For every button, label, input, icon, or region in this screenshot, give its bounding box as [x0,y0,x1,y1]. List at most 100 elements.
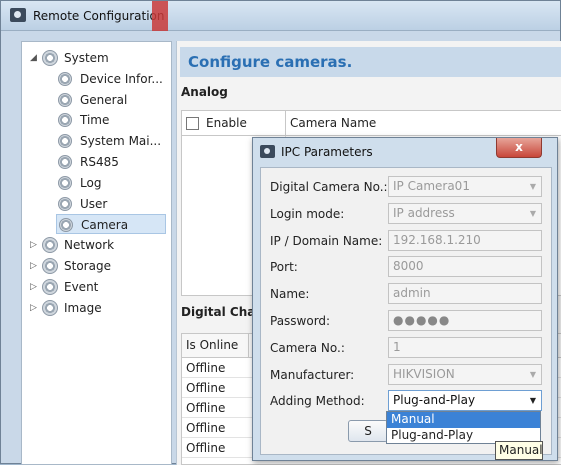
online-status: Offline [186,441,226,455]
port-field[interactable]: 8000 [388,256,542,278]
digital-camera-no-label: Digital Camera No.: [270,180,388,194]
online-status: Offline [186,381,226,395]
manufacturer-value: HIKVISION [393,366,455,381]
app-icon [260,145,275,158]
digital-camera-no-value: IP Camera01 [393,179,470,193]
tree-item-system[interactable]: ◢ System [28,48,166,68]
tooltip: Manual [495,441,543,460]
tree-item-label: System Mai... [80,134,162,149]
port-value: 8000 [393,259,424,274]
form-row: Password: ●●●●● [261,310,551,332]
analog-table-header: Enable Camera Name [181,110,561,137]
chevron-down-icon[interactable]: ▼ [530,391,536,410]
gear-icon [58,155,72,169]
tree-item-storage[interactable]: ▷ Storage [28,256,166,276]
online-status: Offline [186,401,226,415]
tree-item-label: Log [80,175,102,190]
online-status: Offline [186,361,226,375]
form-row: Digital Camera No.: IP Camera01 ▼ [261,176,551,198]
analog-section-label: Analog [181,85,228,99]
manufacturer-label: Manufacturer: [270,367,355,382]
tree-item-label: Event [64,279,99,294]
chevron-down-icon[interactable]: ▼ [530,204,536,223]
login-mode-select[interactable]: IP address ▼ [388,202,542,224]
collapsed-arrow-icon[interactable]: ▷ [30,235,40,255]
tree-item-label: General [80,92,128,107]
gear-icon [58,196,72,211]
name-label: Name: [270,287,310,302]
form-row: IP / Domain Name: 192.168.1.210 [261,229,551,252]
ip-domain-name-label: IP / Domain Name: [270,233,383,248]
gear-icon [42,299,58,316]
tree-item-label: User [80,196,108,211]
tree-item-log[interactable]: Log [56,173,166,193]
dialog-title: IPC Parameters [281,145,373,159]
form-row: Name: admin [261,283,551,305]
ok-button[interactable]: S [348,420,388,442]
chevron-down-icon[interactable]: ▼ [530,177,536,196]
column-is-online[interactable]: Is Online [186,338,238,352]
tree-item-image[interactable]: ▷ Image [28,298,166,318]
name-value: admin [393,286,431,301]
password-field[interactable]: ●●●●● [388,310,542,331]
page-title: Configure cameras. [180,47,561,77]
tree-item-time[interactable]: Time [56,110,166,130]
ip-domain-name-field[interactable]: 192.168.1.210 [388,229,542,251]
column-enable[interactable]: Enable [206,116,247,130]
enable-all-checkbox[interactable] [186,117,199,130]
tree-item-label: Image [64,300,102,315]
expanded-arrow-icon[interactable]: ◢ [30,48,40,68]
digital-camera-no-select[interactable]: IP Camera01 ▼ [388,176,542,197]
adding-method-value: Plug-and-Play [393,393,476,408]
tree-item-event[interactable]: ▷ Event [28,277,166,297]
dropdown-option-manual[interactable]: Manual [387,412,540,428]
collapsed-arrow-icon[interactable]: ▷ [30,256,40,276]
name-field[interactable]: admin [388,283,542,305]
camera-no-field[interactable]: 1 [388,336,542,358]
tree-item-label: Device Infor... [80,71,163,86]
gear-icon [42,237,58,254]
chevron-down-icon[interactable]: ▼ [530,365,536,384]
gear-icon [42,258,58,274]
collapsed-arrow-icon[interactable]: ▷ [30,298,40,318]
password-label: Password: [270,314,331,328]
tree-item-label: System [64,51,109,65]
title-bar: Remote Configuration [1,1,560,31]
dialog-title-bar: IPC Parameters x [253,138,557,166]
form-row: Port: 8000 [261,256,551,278]
login-mode-label: Login mode: [270,206,345,221]
tree-item-network[interactable]: ▷ Network [28,235,166,255]
collapsed-arrow-icon[interactable]: ▷ [30,277,40,297]
remote-config-window: Remote Configuration ◢ System Device Infor… [0,0,561,465]
config-tree: ◢ System Device Infor... General Time System … [21,41,172,465]
adding-method-label: Adding Method: [270,394,365,409]
column-camera-name[interactable]: Camera Name [290,116,376,130]
gear-icon [58,92,72,107]
gear-icon [58,71,72,86]
tree-item-device-infor[interactable]: Device Infor... [56,69,166,89]
adding-method-dropdown-list: Manual Plug-and-Play [386,411,541,444]
tree-item-label: Camera [81,218,129,233]
form-row: Login mode: IP address ▼ [261,202,551,225]
manufacturer-select[interactable]: HIKVISION ▼ [388,363,542,385]
gear-icon [58,175,72,190]
tree-item-label: Network [64,238,115,253]
gear-icon [42,50,58,66]
tree-item-label: Storage [64,259,111,273]
window-title: Remote Configuration [33,9,165,23]
tree-item-camera[interactable]: Camera [56,214,166,235]
background-strip [152,1,168,31]
gear-icon [58,134,72,149]
tree-item-rs485[interactable]: RS485 [56,152,166,172]
adding-method-select[interactable]: Plug-and-Play ▼ [388,390,542,412]
gear-icon [59,218,73,233]
tree-item-general[interactable]: General [56,90,166,110]
tree-item-label: RS485 [80,155,119,169]
tree-item-system-mai[interactable]: System Mai... [56,131,166,151]
port-label: Port: [270,260,298,275]
form-row: Adding Method: Plug-and-Play ▼ [261,390,551,412]
form-row: Camera No.: 1 [261,336,551,359]
tree-item-user[interactable]: User [56,194,166,214]
close-button[interactable]: x [496,138,542,158]
app-icon [10,8,26,22]
